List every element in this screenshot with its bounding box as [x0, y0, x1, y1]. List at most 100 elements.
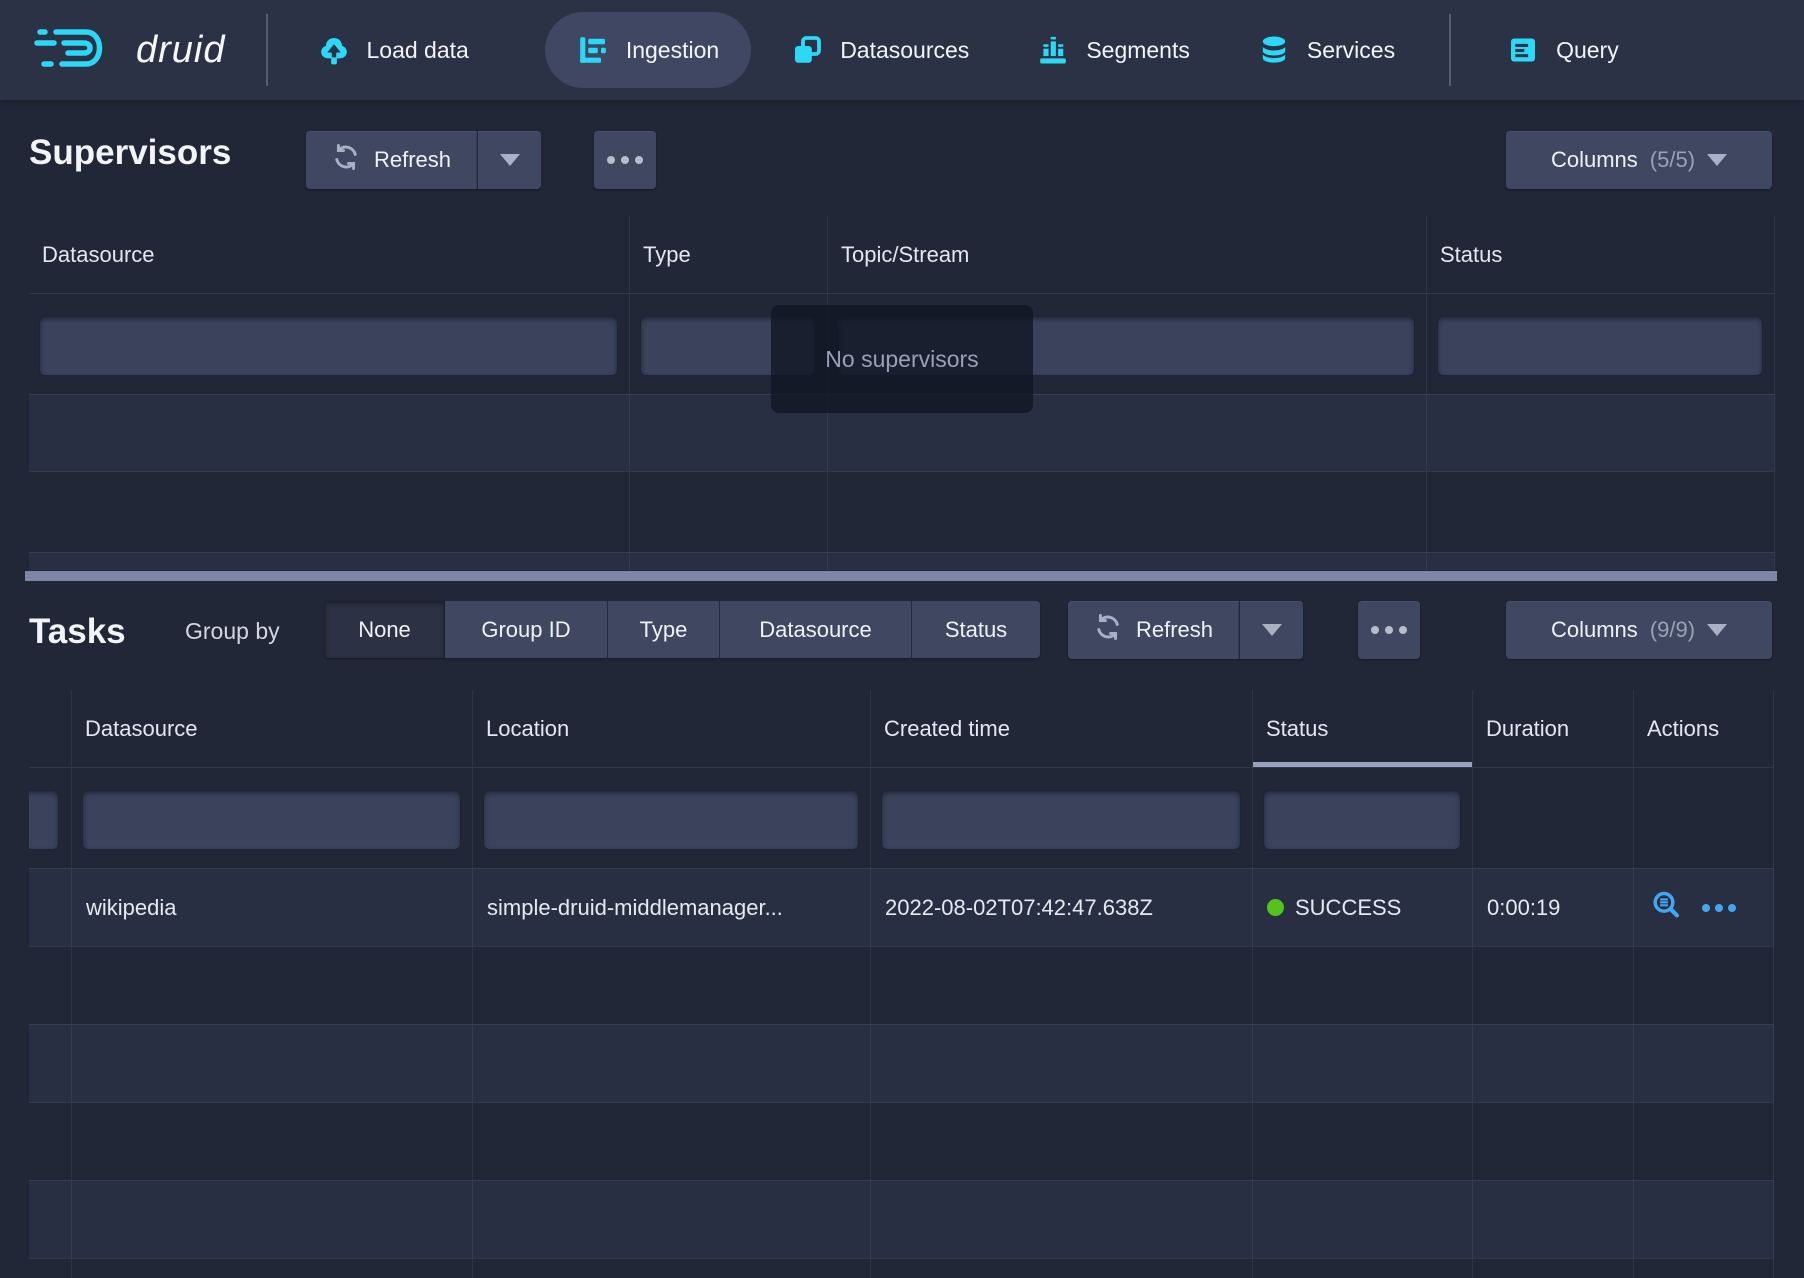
task-duration-cell: 0:00:19 — [1473, 869, 1634, 946]
task-location-cell: simple-druid-middlemanager... — [473, 869, 871, 946]
table-row — [29, 1258, 1774, 1278]
task-actions-cell — [1634, 869, 1774, 946]
column-header[interactable]: Location — [473, 690, 871, 767]
column-header[interactable] — [29, 690, 72, 767]
tasks-title: Tasks — [29, 612, 126, 652]
nav-item-label: Segments — [1086, 37, 1190, 64]
tasks-more-button[interactable] — [1358, 601, 1420, 659]
group-by-segmented-control: None Group ID Type Datasource Status — [325, 601, 1040, 658]
navbar-divider — [1449, 14, 1451, 86]
group-by-group-id-button[interactable]: Group ID — [445, 601, 608, 658]
nav-item-label: Load data — [367, 37, 469, 64]
tasks-refresh-split-button: Refresh — [1068, 601, 1303, 659]
task-datasource-cell: wikipedia — [72, 869, 473, 946]
column-header[interactable]: Topic/Stream — [828, 216, 1427, 293]
table-row — [29, 1102, 1774, 1180]
hidden-column-filter-input[interactable] — [29, 790, 59, 850]
druid-console: druid Load data — [0, 0, 1804, 1278]
refresh-label: Refresh — [374, 147, 451, 173]
location-filter-input[interactable] — [483, 790, 859, 850]
column-header-status-sorted[interactable]: Status — [1253, 690, 1473, 767]
column-header[interactable]: Datasource — [29, 216, 630, 293]
table-row — [29, 946, 1774, 1024]
columns-label: Columns — [1551, 147, 1638, 173]
task-actions-more-icon[interactable] — [1702, 904, 1736, 912]
chevron-down-icon — [500, 154, 520, 166]
supervisors-header-row: Datasource Type Topic/Stream Status — [29, 216, 1775, 293]
datasource-filter-input[interactable] — [39, 316, 618, 376]
nav-item-services[interactable]: Services — [1252, 12, 1401, 88]
navbar-divider — [266, 14, 268, 86]
refresh-button[interactable]: Refresh — [306, 131, 477, 189]
nav-item-ingestion[interactable]: Ingestion — [545, 12, 751, 88]
tasks-header-row: Datasource Location Created time Status … — [29, 690, 1774, 767]
refresh-icon — [332, 143, 360, 177]
column-header[interactable]: Status — [1427, 216, 1775, 293]
success-status-dot — [1267, 899, 1284, 916]
datasource-filter-input[interactable] — [82, 790, 461, 850]
supervisors-refresh-split-button: Refresh — [306, 131, 541, 189]
query-icon — [1507, 34, 1539, 66]
nav-item-label: Query — [1556, 37, 1619, 64]
refresh-dropdown-button[interactable] — [477, 131, 541, 189]
table-row — [29, 552, 1775, 570]
tasks-filter-row — [29, 767, 1774, 868]
druid-logo-icon — [34, 20, 120, 81]
sort-indicator — [1253, 762, 1472, 767]
nav-item-load-data[interactable]: Load data — [312, 12, 475, 88]
upload-icon — [318, 34, 350, 66]
columns-label: Columns — [1551, 617, 1638, 643]
task-row-wikipedia[interactable]: wikipedia simple-druid-middlemanager... … — [29, 868, 1774, 946]
druid-logo[interactable]: druid — [34, 20, 226, 81]
brand-name: druid — [136, 29, 226, 72]
nav-item-segments[interactable]: Segments — [1031, 12, 1196, 88]
supervisors-columns-button[interactable]: Columns (5/5) — [1506, 131, 1772, 189]
segments-icon — [1037, 34, 1069, 66]
navbar: druid Load data — [0, 0, 1804, 100]
nav-item-label: Ingestion — [626, 37, 719, 64]
group-by-status-button[interactable]: Status — [912, 601, 1040, 658]
group-by-none-button[interactable]: None — [325, 601, 445, 658]
supervisors-title: Supervisors — [29, 133, 231, 173]
supervisors-more-button[interactable] — [594, 131, 656, 189]
column-header[interactable]: Duration — [1473, 690, 1634, 767]
nav-item-datasources[interactable]: Datasources — [785, 12, 975, 88]
column-header[interactable]: Datasource — [72, 690, 473, 767]
chevron-down-icon — [1707, 624, 1727, 636]
nav-item-label: Datasources — [840, 37, 969, 64]
nav-item-query[interactable]: Query — [1501, 12, 1625, 88]
column-header[interactable]: Actions — [1634, 690, 1774, 767]
tasks-table: Datasource Location Created time Status … — [29, 690, 1774, 1278]
status-filter-input[interactable] — [1437, 316, 1763, 376]
refresh-button[interactable]: Refresh — [1068, 601, 1239, 659]
table-row — [29, 471, 1775, 552]
chevron-down-icon — [1262, 624, 1282, 636]
ingestion-icon — [577, 34, 609, 66]
refresh-label: Refresh — [1136, 617, 1213, 643]
datasources-icon — [791, 34, 823, 66]
group-by-label: Group by — [185, 618, 280, 645]
column-header[interactable]: Created time — [871, 690, 1253, 767]
task-created-time-cell: 2022-08-02T07:42:47.638Z — [871, 869, 1253, 946]
chevron-down-icon — [1707, 154, 1727, 166]
columns-count: (9/9) — [1650, 617, 1695, 643]
refresh-icon — [1094, 613, 1122, 647]
table-row — [29, 1024, 1774, 1102]
nav-item-label: Services — [1307, 37, 1395, 64]
more-icon — [1371, 626, 1407, 634]
refresh-dropdown-button[interactable] — [1239, 601, 1303, 659]
no-supervisors-message: No supervisors — [771, 305, 1033, 413]
tasks-columns-button[interactable]: Columns (9/9) — [1506, 601, 1772, 659]
group-by-datasource-button[interactable]: Datasource — [720, 601, 912, 658]
status-badge: SUCCESS — [1295, 895, 1401, 921]
status-filter-input[interactable] — [1263, 790, 1461, 850]
group-by-type-button[interactable]: Type — [608, 601, 720, 658]
table-row — [29, 1180, 1774, 1258]
more-icon — [607, 156, 643, 164]
inspect-task-icon[interactable] — [1650, 889, 1682, 927]
pane-resize-splitter[interactable] — [25, 571, 1777, 581]
columns-count: (5/5) — [1650, 147, 1695, 173]
column-header[interactable]: Type — [630, 216, 828, 293]
services-icon — [1258, 34, 1290, 66]
created-time-filter-input[interactable] — [881, 790, 1241, 850]
